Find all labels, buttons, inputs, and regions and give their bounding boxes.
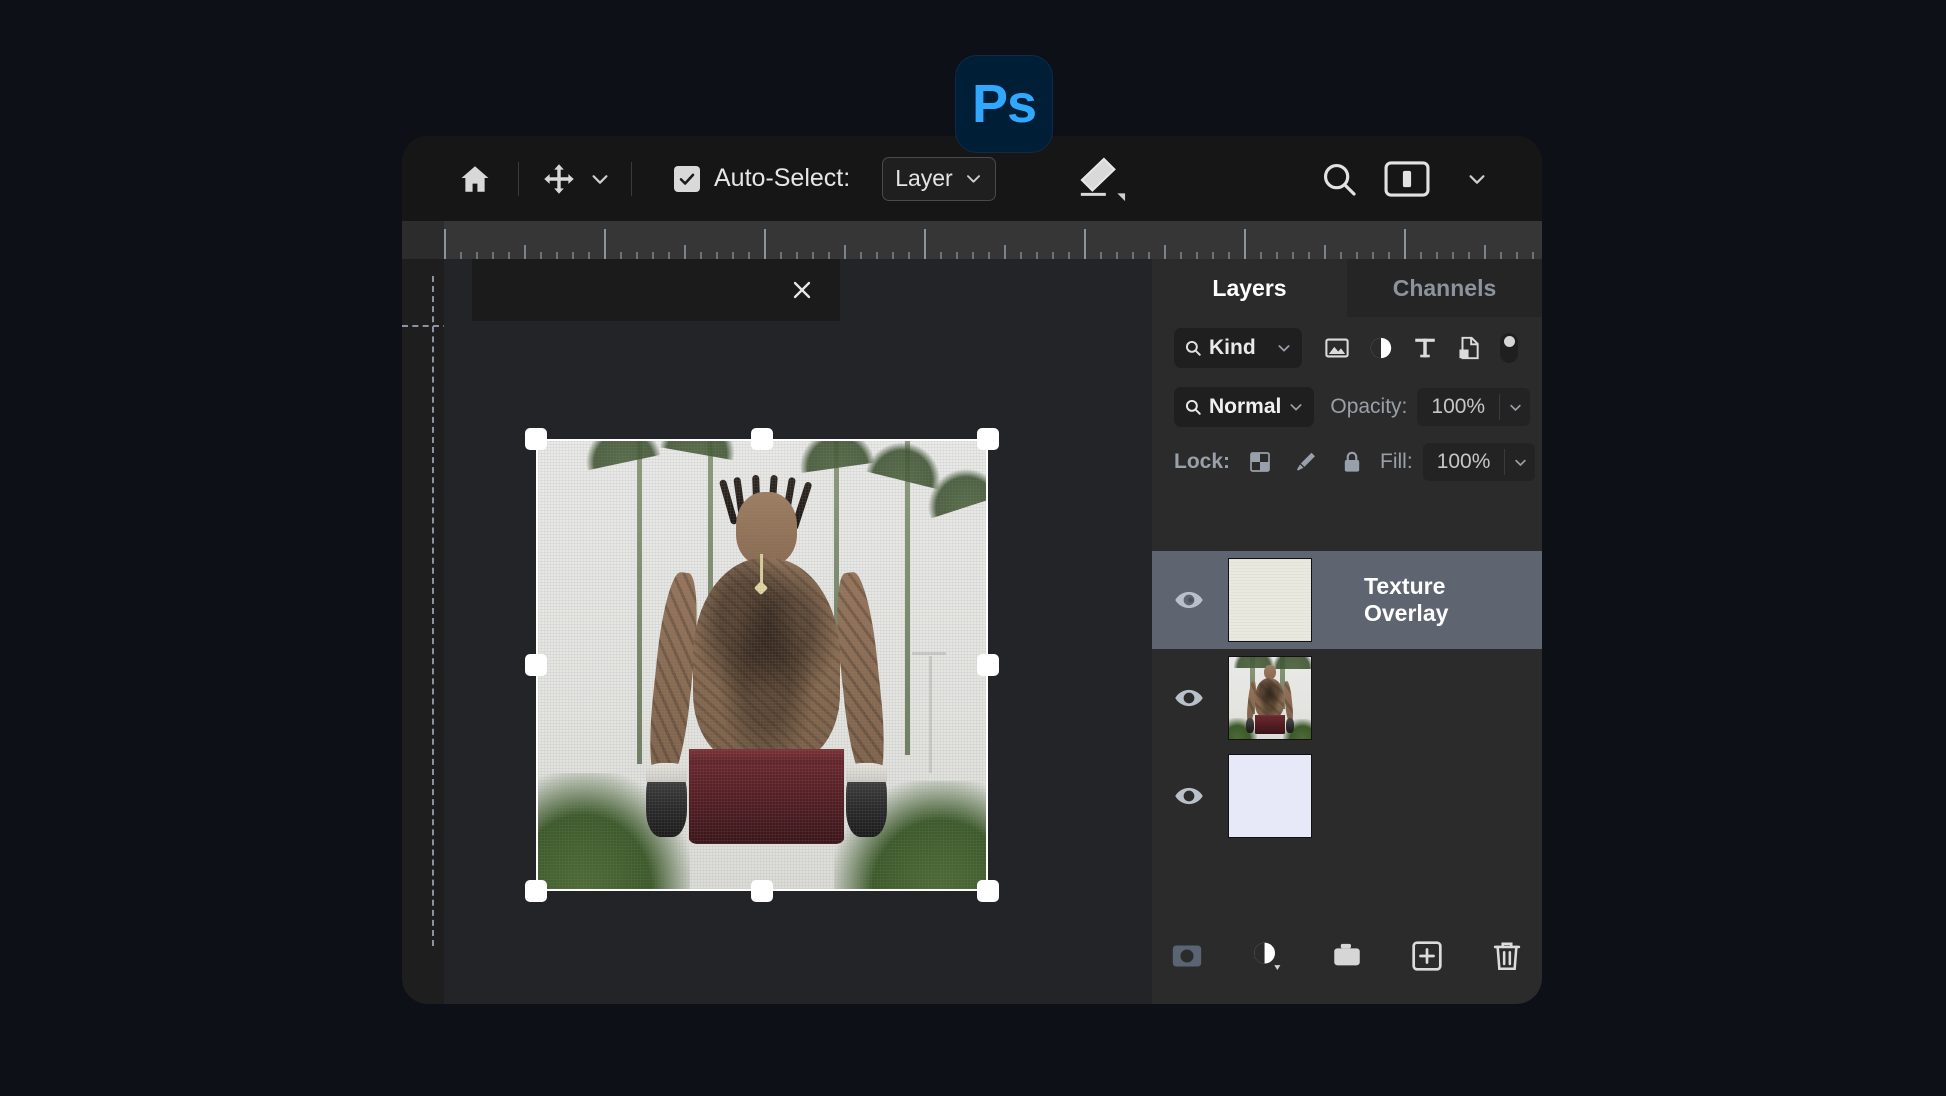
lock-position-icon[interactable] bbox=[1340, 450, 1364, 474]
close-icon[interactable] bbox=[790, 278, 814, 302]
layer-thumbnail[interactable] bbox=[1228, 754, 1312, 838]
layer-thumbnail[interactable] bbox=[1228, 558, 1312, 642]
lock-label: Lock: bbox=[1174, 450, 1230, 474]
photo-content bbox=[538, 441, 986, 889]
layer-list: Texture Overlay bbox=[1152, 551, 1542, 908]
blend-mode-dropdown[interactable]: Normal bbox=[1174, 387, 1314, 427]
canvas-area[interactable] bbox=[444, 259, 1152, 1004]
ruler-corner bbox=[402, 221, 444, 259]
guide-vertical bbox=[432, 276, 434, 946]
tab-channels-label: Channels bbox=[1393, 275, 1497, 302]
fill-field[interactable]: 100% bbox=[1423, 443, 1536, 481]
chevron-down-icon bbox=[1276, 340, 1292, 356]
layers-panel: Layers Channels Kind bbox=[1152, 259, 1542, 1004]
lock-icons bbox=[1248, 450, 1364, 474]
panel-tab-bar: Layers Channels bbox=[1152, 259, 1542, 317]
lock-transparent-pixels-icon[interactable] bbox=[1248, 450, 1272, 474]
layer-name: Texture Overlay bbox=[1364, 573, 1520, 627]
layer-thumbnail[interactable] bbox=[1228, 656, 1312, 740]
fill-label: Fill: bbox=[1380, 450, 1413, 474]
home-icon[interactable] bbox=[452, 156, 498, 202]
tab-channels[interactable]: Channels bbox=[1347, 259, 1542, 317]
eraser-tool-icon[interactable] bbox=[1074, 154, 1130, 204]
opacity-chevron-down-icon[interactable] bbox=[1500, 400, 1530, 415]
workspace-switcher-icon[interactable] bbox=[1384, 161, 1430, 197]
horizontal-ruler[interactable] bbox=[444, 221, 1542, 259]
transform-handle-top-center[interactable] bbox=[751, 428, 773, 450]
lock-row: Lock: bbox=[1152, 435, 1542, 489]
photoshop-window: Auto-Select: Layer bbox=[402, 136, 1542, 1004]
auto-select-label: Auto-Select: bbox=[714, 164, 850, 193]
transform-bounding-box[interactable] bbox=[536, 439, 988, 891]
search-icon bbox=[1184, 398, 1202, 416]
filter-pixel-layers-icon[interactable] bbox=[1324, 335, 1350, 361]
layer-visibility-eye-icon[interactable] bbox=[1174, 585, 1204, 615]
table-row[interactable] bbox=[1152, 747, 1542, 845]
move-tool-chevron-down-icon[interactable] bbox=[589, 168, 611, 190]
search-icon bbox=[1184, 339, 1202, 357]
filter-kind-dropdown[interactable]: Kind bbox=[1174, 328, 1302, 368]
auto-select-checkbox[interactable] bbox=[674, 166, 700, 192]
lock-image-pixels-icon[interactable] bbox=[1294, 450, 1318, 474]
table-row[interactable]: Texture Overlay bbox=[1152, 551, 1542, 649]
fill-value: 100% bbox=[1423, 450, 1505, 474]
workspace-chevron-down-icon[interactable] bbox=[1466, 168, 1488, 190]
delete-layer-icon[interactable] bbox=[1490, 939, 1524, 973]
layer-filter-row: Kind bbox=[1152, 317, 1542, 379]
transform-handle-top-right[interactable] bbox=[977, 428, 999, 450]
toolbar-divider-2 bbox=[631, 162, 632, 196]
tab-layers-label: Layers bbox=[1212, 275, 1286, 302]
transform-handle-middle-left[interactable] bbox=[525, 654, 547, 676]
filter-enable-toggle[interactable] bbox=[1500, 333, 1518, 363]
fill-chevron-down-icon[interactable] bbox=[1505, 455, 1535, 470]
opacity-value: 100% bbox=[1417, 395, 1499, 419]
artwork-image[interactable] bbox=[536, 439, 988, 891]
blend-mode-row: Normal Opacity: 100% bbox=[1152, 379, 1542, 435]
filter-kind-label: Kind bbox=[1209, 336, 1256, 360]
photoshop-app-icon-label: Ps bbox=[972, 73, 1036, 135]
filter-type-layers-icon[interactable] bbox=[1412, 335, 1438, 361]
search-icon[interactable] bbox=[1320, 160, 1358, 198]
new-layer-icon[interactable] bbox=[1410, 939, 1444, 973]
transform-handle-bottom-center[interactable] bbox=[751, 880, 773, 902]
transform-handle-middle-right[interactable] bbox=[977, 654, 999, 676]
opacity-field[interactable]: 100% bbox=[1417, 388, 1530, 426]
app-screenshot: Ps bbox=[0, 0, 1946, 1096]
document-tab[interactable] bbox=[472, 259, 840, 321]
auto-select-target-value: Layer bbox=[895, 165, 953, 192]
filter-adjustment-layers-icon[interactable] bbox=[1368, 335, 1394, 361]
new-group-icon[interactable] bbox=[1330, 939, 1364, 973]
toolbar-divider-1 bbox=[518, 162, 519, 196]
auto-select-target-dropdown[interactable]: Layer bbox=[882, 157, 996, 201]
options-bar-right-group bbox=[1320, 160, 1516, 198]
blend-mode-value: Normal bbox=[1209, 395, 1281, 419]
layer-visibility-eye-icon[interactable] bbox=[1174, 781, 1204, 811]
photoshop-app-icon: Ps bbox=[955, 55, 1053, 153]
transform-handle-top-left[interactable] bbox=[525, 428, 547, 450]
chevron-down-icon bbox=[1288, 399, 1304, 415]
move-tool-icon[interactable] bbox=[539, 159, 579, 199]
filter-shape-layers-icon[interactable] bbox=[1456, 335, 1482, 361]
opacity-label: Opacity: bbox=[1330, 395, 1407, 419]
table-row[interactable] bbox=[1152, 649, 1542, 747]
filter-type-icons bbox=[1324, 333, 1518, 363]
auto-select-group: Auto-Select: Layer bbox=[674, 157, 996, 201]
tab-layers[interactable]: Layers bbox=[1152, 259, 1347, 317]
new-adjustment-layer-icon[interactable] bbox=[1250, 939, 1284, 973]
transform-handle-bottom-left[interactable] bbox=[525, 880, 547, 902]
transform-handle-bottom-right[interactable] bbox=[977, 880, 999, 902]
auto-select-chevron-down-icon bbox=[964, 169, 983, 188]
add-layer-mask-icon[interactable] bbox=[1170, 939, 1204, 973]
layers-panel-footer bbox=[1152, 908, 1542, 1004]
layer-visibility-eye-icon[interactable] bbox=[1174, 683, 1204, 713]
